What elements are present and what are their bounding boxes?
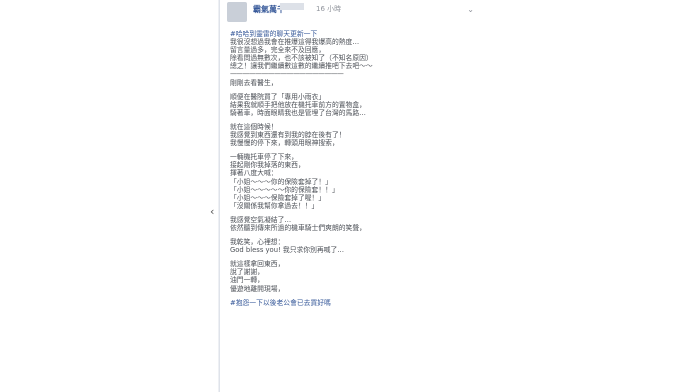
post-line: 接起剛你我掉落的東西， (230, 161, 305, 170)
post-line: 我慢慢的停下來，轉頭用眼神搜索， (230, 139, 339, 148)
post-header: 霸氣萬千 16 小時 ⌄ (220, 0, 482, 24)
post-line: 「小姐～～～保險套掉了喔！」 (230, 193, 326, 202)
divider: —————————————————— (230, 70, 344, 79)
post-line: 「小姐～～～～～你的保險套！！」 (230, 185, 339, 194)
avatar[interactable] (227, 2, 247, 22)
post-line: 結果我就順手把他放在機托車前方的置物盒， (230, 100, 366, 109)
post-timestamp[interactable]: 16 小時 (316, 4, 341, 14)
post-line: 我感覺到東西還有到我的脖在後有了！ (230, 131, 346, 140)
hashtag-line[interactable]: #哈哈到靈雷的聊天更新一下 (230, 30, 478, 38)
post-line: 順便在醫院買了「專用小雨衣」 (230, 92, 326, 101)
left-background (0, 0, 205, 392)
post-line: 就這樣拿回東西， (230, 260, 285, 269)
post-line: 除看問過無數次，也不該被知了（不知名原因） (230, 54, 373, 63)
post-body: #哈哈到靈雷的聊天更新一下 我很沒想過我會在推爆這得我爆高的熱度… 留言量過多，完全… (230, 30, 478, 307)
post-line: 揮著八度大喊： (230, 169, 278, 178)
post-line: 我感覺空氣凝結了… (230, 215, 292, 224)
post-line: 「沒關係我幫你拿過去！！」 (230, 201, 319, 210)
post-line: 就在這個時候！ (230, 122, 278, 131)
post-line: 留言量過多，完全來不及回應， (230, 46, 326, 55)
censor-block (280, 3, 304, 10)
post-line: 剛剛去看醫生， (230, 78, 278, 87)
post-line: 說了謝謝， (230, 268, 264, 277)
post-line: 騎著車，時面眼睛我也是管埋了台灣的馬路… (230, 108, 366, 117)
right-background (482, 0, 700, 392)
post-line: 總之！讓我們繼續數這數的繼續推吧下去吧～～ (230, 62, 373, 71)
post-card: 霸氣萬千 16 小時 ⌄ #哈哈到靈雷的聊天更新一下 我很沒想過我會在推爆這得我爆… (219, 0, 483, 392)
post-line: 一輛機托車停了下來， (230, 153, 298, 162)
post-line: 「小姐～～～你的保險套掉了！」 (230, 177, 332, 186)
hashtag-line[interactable]: #抱怨一下以後老公會已去買好嗎 (230, 299, 478, 307)
scroll-arrow-icon[interactable]: ‹ (210, 205, 214, 218)
post-line: 油門一轉， (230, 276, 264, 285)
post-line: 優遊地離開現場， (230, 284, 285, 293)
post-line: 我乾笑，心裡想： (230, 238, 285, 247)
post-line: God bless you! 我只求你別再喊了… (230, 246, 345, 255)
post-line: 依然聽到傳來所過的機車騎士們爽朗的笑聲， (230, 223, 366, 232)
chevron-down-icon[interactable]: ⌄ (467, 5, 474, 14)
post-line: 我很沒想過我會在推爆這得我爆高的熱度… (230, 38, 360, 47)
